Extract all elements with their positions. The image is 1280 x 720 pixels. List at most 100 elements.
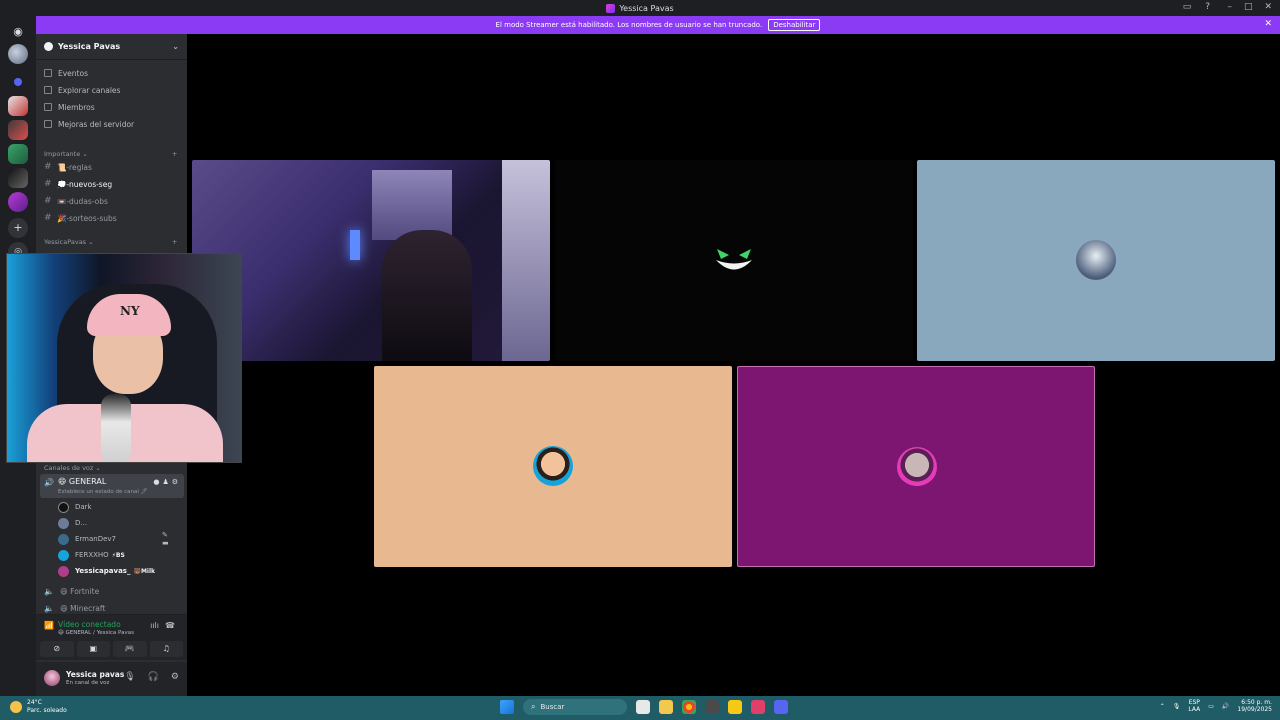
notes-icon[interactable] [728, 700, 742, 714]
category-yessica[interactable]: YessicaPavas ⌄ + [44, 238, 177, 246]
server-badge-icon [44, 42, 53, 51]
channel-reglas[interactable]: # 📜-reglas [44, 160, 180, 174]
mic-tray-icon[interactable]: 🎙 [1173, 703, 1181, 710]
nav-mejoras[interactable]: Mejoras del servidor [44, 117, 134, 131]
server-icon-2[interactable] [8, 96, 28, 116]
voice-channel-fortnite[interactable]: 🔈 😄 Fortnite [44, 584, 99, 598]
chevron-down-icon: ⌄ [172, 42, 179, 51]
camera-off-button[interactable]: ⊘ [40, 641, 74, 657]
close-icon[interactable]: ✕ [1264, 19, 1272, 29]
nav-explorar[interactable]: Explorar canales [44, 83, 120, 97]
nav-miembros[interactable]: Miembros [44, 100, 95, 114]
chevron-up-icon[interactable]: ⌃ [1160, 703, 1165, 710]
discord-taskbar-icon[interactable] [774, 700, 788, 714]
server-icon-1[interactable] [8, 44, 28, 64]
chat-icon[interactable]: ● [153, 478, 159, 486]
temperature: 24°C [27, 699, 42, 706]
inbox-icon[interactable]: ▭ [1183, 2, 1192, 12]
video-tile-user-blue[interactable] [917, 160, 1275, 361]
channel-nuevos-seg[interactable]: # 💭-nuevos-seg [44, 177, 180, 191]
weather-desc: Parc. soleado [27, 707, 67, 714]
avatar [1076, 240, 1116, 280]
user-panel: Yessica pavas En canal de voz 🎙 🎧 ⚙ [36, 662, 187, 696]
voice-user[interactable]: FERXXHO ⚡BS [58, 548, 125, 562]
avatar[interactable] [44, 670, 60, 686]
search-input[interactable]: ⌕ Buscar [523, 699, 627, 715]
avatar [58, 549, 69, 561]
invite-icon[interactable]: ♟ [162, 478, 168, 486]
channel-status[interactable]: Establece un estado de canal 🖊 [58, 489, 148, 495]
obs-icon[interactable] [705, 700, 719, 714]
nav-eventos[interactable]: Eventos [44, 66, 88, 80]
hash-icon: # [44, 213, 52, 223]
hash-icon: # [44, 179, 52, 189]
members-icon [44, 103, 52, 111]
disable-streamer-button[interactable]: Deshabilitar [768, 19, 821, 31]
noise-suppression-icon[interactable]: ıılı [150, 621, 159, 630]
voice-channel-general[interactable]: 🔊 😄 GENERAL Establece un estado de canal… [40, 474, 184, 498]
add-server-icon[interactable]: + [8, 218, 28, 238]
unread-indicator [14, 78, 22, 86]
screen-share-button[interactable]: ▣ [76, 641, 110, 657]
maximize-icon[interactable]: □ [1244, 2, 1253, 12]
add-channel-icon[interactable]: + [172, 238, 177, 246]
video-tile-user-purple[interactable] [737, 366, 1095, 567]
category-importante[interactable]: Importante ⌄ + [44, 150, 177, 158]
video-tile-user-tan[interactable] [374, 366, 732, 567]
mic-icon[interactable]: 🎙 [124, 672, 135, 682]
channel-dudas-obs[interactable]: # 📼-dudas-obs [44, 194, 180, 208]
close-window-icon[interactable]: ✕ [1264, 2, 1272, 12]
streamer-mode-banner: El modo Streamer está habilitado. Los no… [36, 16, 1280, 34]
voice-channel-minecraft[interactable]: 🔈 😄 Minecraft [44, 601, 105, 615]
tiktok-icon[interactable] [751, 700, 765, 714]
voice-channel-name: 😄 GENERAL [58, 477, 107, 486]
server-icon-3[interactable] [8, 120, 28, 140]
settings-icon[interactable]: ⚙ [172, 478, 178, 486]
soundboard-button[interactable]: ♫ [149, 641, 183, 657]
ghost-avatar-icon [716, 249, 752, 270]
chrome-icon[interactable] [682, 700, 696, 714]
video-tile-dark[interactable] [555, 160, 913, 361]
boost-icon [44, 120, 52, 128]
category-voice[interactable]: Canales de voz ⌄ [44, 464, 101, 472]
user-name[interactable]: Yessica pavas [66, 670, 124, 679]
discord-home-icon[interactable]: ◉ [8, 22, 28, 42]
server-icon-yessica[interactable] [8, 192, 28, 212]
minimize-icon[interactable]: – [1227, 2, 1232, 12]
weather-widget[interactable]: 24°C Parc. soleado [10, 699, 67, 715]
connection-status: Vídeo conectado [58, 620, 121, 629]
voice-connection-panel: 📶 Vídeo conectado 😄 GENERAL / Yessica Pa… [36, 614, 187, 660]
server-name: Yessica Pavas [58, 42, 121, 51]
muted-icon: ✎ ▬ [162, 531, 169, 547]
server-icon-5[interactable] [8, 168, 28, 188]
server-header[interactable]: Yessica Pavas ⌄ [36, 34, 187, 60]
clock[interactable]: 6:50 p. m. 19/09/2025 [1237, 699, 1272, 713]
voice-user[interactable]: ErmanDev7 ✎ ▬ [58, 531, 169, 547]
gear-icon[interactable]: ⚙ [171, 672, 179, 682]
app-icon [606, 3, 616, 13]
volume-icon[interactable]: 🔊 [1222, 703, 1229, 710]
voice-user[interactable]: Dark [58, 500, 92, 514]
streamer-webcam-overlay: NY [6, 253, 242, 463]
activity-button[interactable]: 🎮 [113, 641, 147, 657]
disconnect-icon[interactable]: ☎ [165, 621, 175, 630]
language-indicator[interactable]: ESP LAA [1188, 699, 1200, 713]
connection-channel[interactable]: 😄 GENERAL / Yessica Pavas [58, 630, 134, 636]
signal-icon[interactable]: 📶 [44, 621, 54, 630]
voice-user-self[interactable]: Yessicapavas_ 🐻Milk [58, 564, 155, 578]
hash-icon: # [44, 196, 52, 206]
voice-user[interactable]: D... [58, 516, 87, 530]
network-icon[interactable]: ▭ [1208, 703, 1214, 710]
task-view-icon[interactable] [636, 700, 650, 714]
server-icon-4[interactable] [8, 144, 28, 164]
windows-start-icon[interactable] [500, 700, 514, 714]
file-explorer-icon[interactable] [659, 700, 673, 714]
channel-sorteos-subs[interactable]: # 🎉-sorteos-subs [44, 211, 180, 225]
avatar [533, 446, 573, 486]
video-tile-camera-1[interactable] [192, 160, 550, 361]
headphones-icon[interactable]: 🎧 [148, 672, 159, 682]
avatar [58, 501, 69, 513]
add-channel-icon[interactable]: + [172, 150, 177, 158]
calendar-icon [44, 69, 52, 77]
help-icon[interactable]: ? [1205, 2, 1210, 12]
